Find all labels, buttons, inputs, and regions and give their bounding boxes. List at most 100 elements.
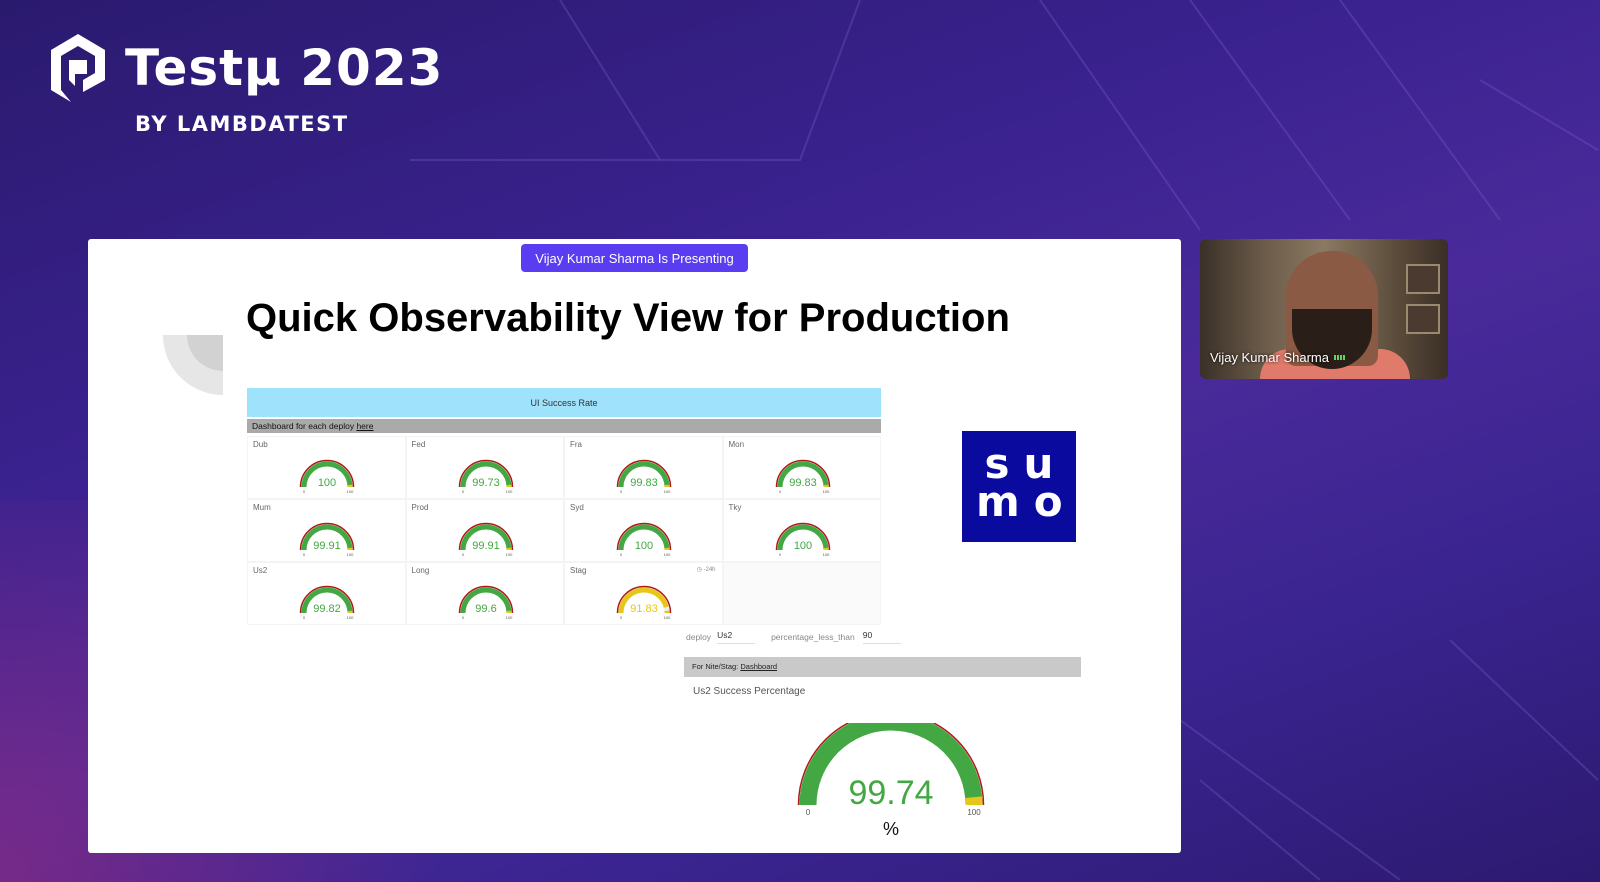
presenter-name: Vijay Kumar Sharma bbox=[1210, 350, 1329, 365]
gauge-cell-us2[interactable]: Us2 99.82 0 100 bbox=[247, 562, 406, 625]
presenter-video-tile: Vijay Kumar Sharma bbox=[1200, 239, 1448, 379]
deploy-label: deploy bbox=[686, 632, 712, 642]
us2-panel-title: Us2 Success Percentage bbox=[693, 686, 806, 697]
threshold-input[interactable]: 90 bbox=[862, 630, 901, 644]
gauge-chart: 100 0 100 bbox=[616, 522, 672, 557]
gauge-value: 99.6 bbox=[475, 603, 496, 615]
empty-cell bbox=[722, 562, 881, 625]
gauge-label: Long bbox=[411, 566, 430, 575]
gauge-chart: 99.6 0 100 bbox=[458, 585, 513, 620]
nite-dashboard-link[interactable]: Dashboard bbox=[740, 662, 777, 671]
here-link[interactable]: here bbox=[356, 421, 373, 431]
gauge-chart: 99.91 0 100 bbox=[299, 522, 355, 557]
wall-frame bbox=[1406, 264, 1440, 294]
gauge-min-label: 0 bbox=[620, 615, 623, 620]
gauge-min-label: 0 bbox=[778, 552, 781, 557]
gauge-max-label: 100 bbox=[347, 552, 354, 557]
dashboard-params: deploy Us2 percentage_less_than 90 bbox=[686, 630, 901, 644]
gauge-max-label: 100 bbox=[822, 552, 829, 557]
wall-frame bbox=[1406, 304, 1440, 334]
gauge-cell-mum[interactable]: Mum 99.91 0 100 bbox=[247, 499, 406, 562]
gauge-cell-long[interactable]: Long 99.6 0 100 bbox=[405, 562, 564, 625]
gauge-value: 99.74 bbox=[848, 774, 933, 812]
gauge-max-label: 100 bbox=[505, 489, 512, 494]
gauge-value: 100 bbox=[318, 477, 336, 489]
sumo-logic-logo: su mo bbox=[962, 431, 1076, 542]
gauge-label: Stag bbox=[570, 566, 587, 575]
gauge-value: 99.83 bbox=[630, 477, 658, 489]
gauge-chart: 99.73 0 100 bbox=[458, 459, 513, 494]
audio-level-icon bbox=[1333, 355, 1345, 360]
gauge-max-label: 100 bbox=[347, 489, 354, 494]
gauge-min-label: 0 bbox=[461, 615, 464, 620]
shared-screen-slide: Vijay Kumar Sharma Is Presenting Quick O… bbox=[88, 239, 1181, 853]
testmu-logo-icon bbox=[51, 34, 105, 102]
gauge-max-label: 100 bbox=[664, 552, 671, 557]
gauge-value: 99.91 bbox=[472, 540, 500, 552]
slide-title: Quick Observability View for Production bbox=[246, 296, 1010, 340]
gauge-max-label: 100 bbox=[822, 489, 829, 494]
gauge-min-label: 0 bbox=[806, 808, 811, 817]
gauge-label: Mum bbox=[253, 503, 271, 512]
gauge-max-label: 100 bbox=[347, 615, 354, 620]
gauge-min-label: 0 bbox=[303, 489, 306, 494]
gauge-min-label: 0 bbox=[303, 552, 306, 557]
gauge-label: Prod bbox=[411, 503, 429, 512]
gauge-max-label: 100 bbox=[664, 489, 671, 494]
gauge-value: 99.82 bbox=[313, 603, 341, 615]
gauge-min-label: 0 bbox=[461, 489, 464, 494]
dashboard-subheader: Dashboard for each deploy here bbox=[247, 419, 881, 433]
gauge-cell-mon[interactable]: Mon 99.83 0 100 bbox=[722, 436, 881, 499]
gauge-chart: 100 0 100 bbox=[299, 459, 355, 494]
gauge-chart: 99.83 0 100 bbox=[616, 459, 672, 494]
gauge-max-label: 100 bbox=[967, 808, 981, 817]
gauge-max-label: 100 bbox=[505, 552, 512, 557]
gauge-label: Syd bbox=[570, 503, 584, 512]
time-range-label: ◷ -24h bbox=[696, 567, 716, 573]
gauge-label: Dub bbox=[253, 440, 268, 449]
us2-big-gauge: 99.74 0 100% bbox=[797, 723, 985, 839]
gauge-value: 99.91 bbox=[313, 540, 341, 552]
gauge-cell-stag[interactable]: Stag ◷ -24h 91.83 0 100 bbox=[564, 562, 723, 625]
gauge-grid: Dub 100 0 100 Fed 99.73 0 100 Fra 99.83 0 100 Mon 99.… bbox=[247, 436, 881, 625]
gauge-cell-tky[interactable]: Tky 100 0 100 bbox=[722, 499, 881, 562]
presenting-badge: Vijay Kumar Sharma Is Presenting bbox=[521, 244, 748, 272]
event-logo: Testμ 2023 bbox=[45, 30, 443, 106]
gauge-max-label: 100 bbox=[664, 615, 671, 620]
nite-stag-bar: For Nite/Stag: Dashboard bbox=[684, 657, 1081, 677]
nite-text: For Nite/Stag: bbox=[692, 662, 741, 671]
gauge-value: 100 bbox=[635, 540, 653, 552]
presenter-name-tag: Vijay Kumar Sharma bbox=[1210, 350, 1345, 365]
slide-decoration bbox=[163, 335, 223, 395]
gauge-label: Fra bbox=[570, 440, 582, 449]
gauge-max-label: 100 bbox=[505, 615, 512, 620]
event-title: Testμ 2023 bbox=[125, 39, 444, 97]
threshold-label: percentage_less_than bbox=[771, 632, 855, 642]
gauge-chart: 99.82 0 100 bbox=[299, 585, 355, 620]
gauge-min-label: 0 bbox=[303, 615, 306, 620]
gauge-value: 99.83 bbox=[789, 477, 817, 489]
event-subtitle: BY LAMBDATEST bbox=[135, 112, 349, 136]
gauge-value: 100 bbox=[793, 540, 811, 552]
gauge-cell-dub[interactable]: Dub 100 0 100 bbox=[247, 436, 406, 499]
gauge-cell-fra[interactable]: Fra 99.83 0 100 bbox=[564, 436, 723, 499]
gauge-value: 99.73 bbox=[472, 477, 500, 489]
gauge-min-label: 0 bbox=[620, 489, 623, 494]
subheader-text: Dashboard for each deploy bbox=[252, 421, 357, 431]
gauge-label: Tky bbox=[728, 503, 742, 512]
gauge-label: Fed bbox=[411, 440, 426, 449]
gauge-cell-syd[interactable]: Syd 100 0 100 bbox=[564, 499, 723, 562]
gauge-chart: 91.83 0 100 bbox=[616, 585, 672, 620]
gauge-min-label: 0 bbox=[461, 552, 464, 557]
dashboard-panel: UI Success Rate Dashboard for each deplo… bbox=[247, 388, 881, 625]
gauge-label: Us2 bbox=[253, 566, 268, 575]
gauge-chart: 99.91 0 100 bbox=[458, 522, 513, 557]
gauge-chart: 99.83 0 100 bbox=[775, 459, 830, 494]
dashboard-header: UI Success Rate bbox=[247, 388, 881, 417]
deploy-input[interactable]: Us2 bbox=[717, 630, 756, 644]
gauge-cell-prod[interactable]: Prod 99.91 0 100 bbox=[405, 499, 564, 562]
gauge-min-label: 0 bbox=[778, 489, 781, 494]
gauge-chart: 100 0 100 bbox=[775, 522, 830, 557]
gauge-cell-fed[interactable]: Fed 99.73 0 100 bbox=[405, 436, 564, 499]
gauge-label: Mon bbox=[728, 440, 745, 449]
